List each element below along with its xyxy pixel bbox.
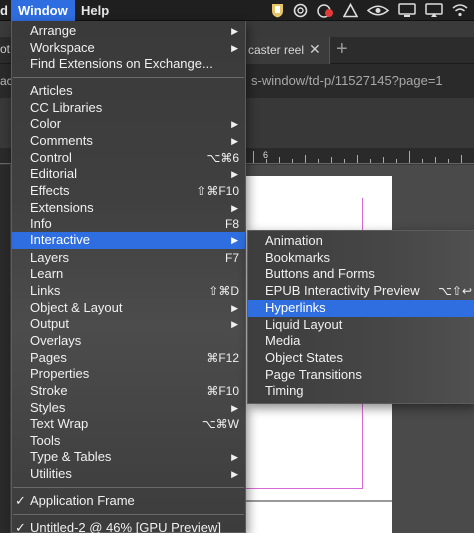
menu-item-output[interactable]: Output ▶ bbox=[12, 316, 245, 332]
menu-item-comments[interactable]: Comments ▶ bbox=[12, 133, 245, 149]
shortcut-label: ⌘F12 bbox=[206, 351, 239, 365]
menu-item-info[interactable]: Info F8 bbox=[12, 216, 245, 232]
menu-item-object-layout[interactable]: Object & Layout ▶ bbox=[12, 300, 245, 316]
cast-icon[interactable] bbox=[425, 3, 443, 18]
menu-item-workspace[interactable]: Workspace ▶ bbox=[12, 40, 245, 56]
vertical-ruler bbox=[0, 165, 10, 533]
menu-item-cc-libraries[interactable]: CC Libraries bbox=[12, 100, 245, 116]
submenu-item-epub-preview[interactable]: EPUB Interactivity Preview ⌥⇧↩ bbox=[248, 283, 474, 299]
submenu-item-buttons-forms[interactable]: Buttons and Forms bbox=[248, 266, 474, 282]
shortcut-label: F8 bbox=[224, 217, 239, 231]
chevron-right-icon: ▶ bbox=[231, 303, 238, 313]
submenu-item-liquid-layout[interactable]: Liquid Layout bbox=[248, 317, 474, 333]
menu-item-editorial[interactable]: Editorial ▶ bbox=[12, 166, 245, 182]
page-edge bbox=[246, 500, 392, 502]
chevron-right-icon: ▶ bbox=[231, 469, 238, 479]
spiral-icon[interactable] bbox=[293, 3, 308, 18]
submenu-item-media[interactable]: Media bbox=[248, 333, 474, 349]
status-icons bbox=[271, 2, 468, 19]
menu-item-utilities[interactable]: Utilities ▶ bbox=[12, 466, 245, 482]
wifi-icon[interactable] bbox=[452, 3, 468, 18]
menu-item-tools[interactable]: Tools bbox=[12, 433, 245, 449]
new-tab-button[interactable]: + bbox=[336, 38, 348, 61]
record-badge-icon[interactable] bbox=[317, 3, 334, 18]
margin-guide bbox=[246, 488, 363, 489]
submenu-item-page-transitions[interactable]: Page Transitions bbox=[248, 367, 474, 383]
triangle-icon[interactable] bbox=[343, 3, 358, 18]
shortcut-label: ⇧⌘F10 bbox=[196, 184, 239, 198]
chevron-right-icon: ▶ bbox=[231, 136, 238, 146]
menu-item-properties[interactable]: Properties bbox=[12, 366, 245, 382]
submenu-item-hyperlinks[interactable]: Hyperlinks bbox=[248, 300, 474, 317]
shield-icon[interactable] bbox=[271, 3, 284, 18]
window-menu: Arrange ▶ Workspace ▶ Find Extensions on E… bbox=[11, 21, 246, 533]
browser-tab[interactable]: caster reel ✕ bbox=[238, 37, 330, 64]
menu-item-extensions[interactable]: Extensions ▶ bbox=[12, 200, 245, 216]
menubar-item-partial[interactable]: d bbox=[0, 0, 10, 21]
shortcut-label: ⌥⌘W bbox=[201, 417, 239, 431]
eye-icon[interactable] bbox=[367, 3, 389, 18]
menu-item-learn[interactable]: Learn bbox=[12, 266, 245, 282]
checkmark-icon: ✓ bbox=[15, 520, 26, 533]
menu-item-document-window[interactable]: ✓ Untitled-2 @ 46% [GPU Preview] bbox=[12, 520, 245, 533]
display-icon[interactable] bbox=[398, 3, 416, 18]
chevron-right-icon: ▶ bbox=[231, 452, 238, 462]
menu-item-type-tables[interactable]: Type & Tables ▶ bbox=[12, 449, 245, 465]
submenu-item-timing[interactable]: Timing bbox=[248, 383, 474, 399]
checkmark-icon: ✓ bbox=[15, 493, 26, 508]
chevron-right-icon: ▶ bbox=[231, 26, 238, 36]
submenu-item-animation[interactable]: Animation bbox=[248, 233, 474, 249]
menu-separator bbox=[13, 514, 244, 515]
menu-separator bbox=[13, 77, 244, 78]
menu-item-application-frame[interactable]: ✓ Application Frame bbox=[12, 493, 245, 509]
menu-item-styles[interactable]: Styles ▶ bbox=[12, 400, 245, 416]
menu-item-interactive[interactable]: Interactive ▶ bbox=[12, 232, 245, 249]
menu-item-stroke[interactable]: Stroke ⌘F10 bbox=[12, 383, 245, 399]
url-text: s-window/td-p/11527145?page=1 bbox=[251, 73, 443, 88]
chevron-right-icon: ▶ bbox=[231, 319, 238, 329]
menu-bar: d Window Help bbox=[0, 0, 474, 21]
shortcut-label: ⌘F10 bbox=[206, 384, 239, 398]
menubar-item-help[interactable]: Help bbox=[73, 0, 117, 21]
shortcut-label: ⌥⌘6 bbox=[206, 151, 239, 165]
chevron-right-icon: ▶ bbox=[231, 403, 238, 413]
close-icon[interactable]: ✕ bbox=[309, 41, 321, 58]
shortcut-label: ⌥⇧↩ bbox=[438, 284, 472, 298]
menu-item-control[interactable]: Control ⌥⌘6 bbox=[12, 150, 245, 166]
menu-separator bbox=[13, 487, 244, 488]
menubar-item-window[interactable]: Window bbox=[11, 0, 75, 21]
menu-item-links[interactable]: Links ⇧⌘D bbox=[12, 283, 245, 299]
menu-item-effects[interactable]: Effects ⇧⌘F10 bbox=[12, 183, 245, 199]
ruler-number: 6 bbox=[263, 150, 269, 160]
menu-item-arrange[interactable]: Arrange ▶ bbox=[12, 23, 245, 39]
menu-item-text-wrap[interactable]: Text Wrap ⌥⌘W bbox=[12, 416, 245, 432]
menu-item-pages[interactable]: Pages ⌘F12 bbox=[12, 350, 245, 366]
shortcut-label: ⇧⌘D bbox=[208, 284, 239, 298]
menu-item-articles[interactable]: Articles bbox=[12, 83, 245, 99]
chevron-right-icon: ▶ bbox=[231, 235, 238, 245]
browser-tab-title: caster reel bbox=[248, 43, 305, 57]
menu-item-layers[interactable]: Layers F7 bbox=[12, 250, 245, 266]
submenu-item-object-states[interactable]: Object States bbox=[248, 350, 474, 366]
chevron-right-icon: ▶ bbox=[231, 119, 238, 129]
menu-item-find-extensions[interactable]: Find Extensions on Exchange... bbox=[12, 56, 245, 72]
chevron-right-icon: ▶ bbox=[231, 169, 238, 179]
chevron-right-icon: ▶ bbox=[231, 203, 238, 213]
shortcut-label: F7 bbox=[224, 251, 239, 265]
chevron-right-icon: ▶ bbox=[231, 43, 238, 53]
interactive-submenu: Animation Bookmarks Buttons and Forms EP… bbox=[247, 230, 474, 404]
menu-item-color[interactable]: Color ▶ bbox=[12, 116, 245, 132]
submenu-item-bookmarks[interactable]: Bookmarks bbox=[248, 250, 474, 266]
menu-item-overlays[interactable]: Overlays bbox=[12, 333, 245, 349]
